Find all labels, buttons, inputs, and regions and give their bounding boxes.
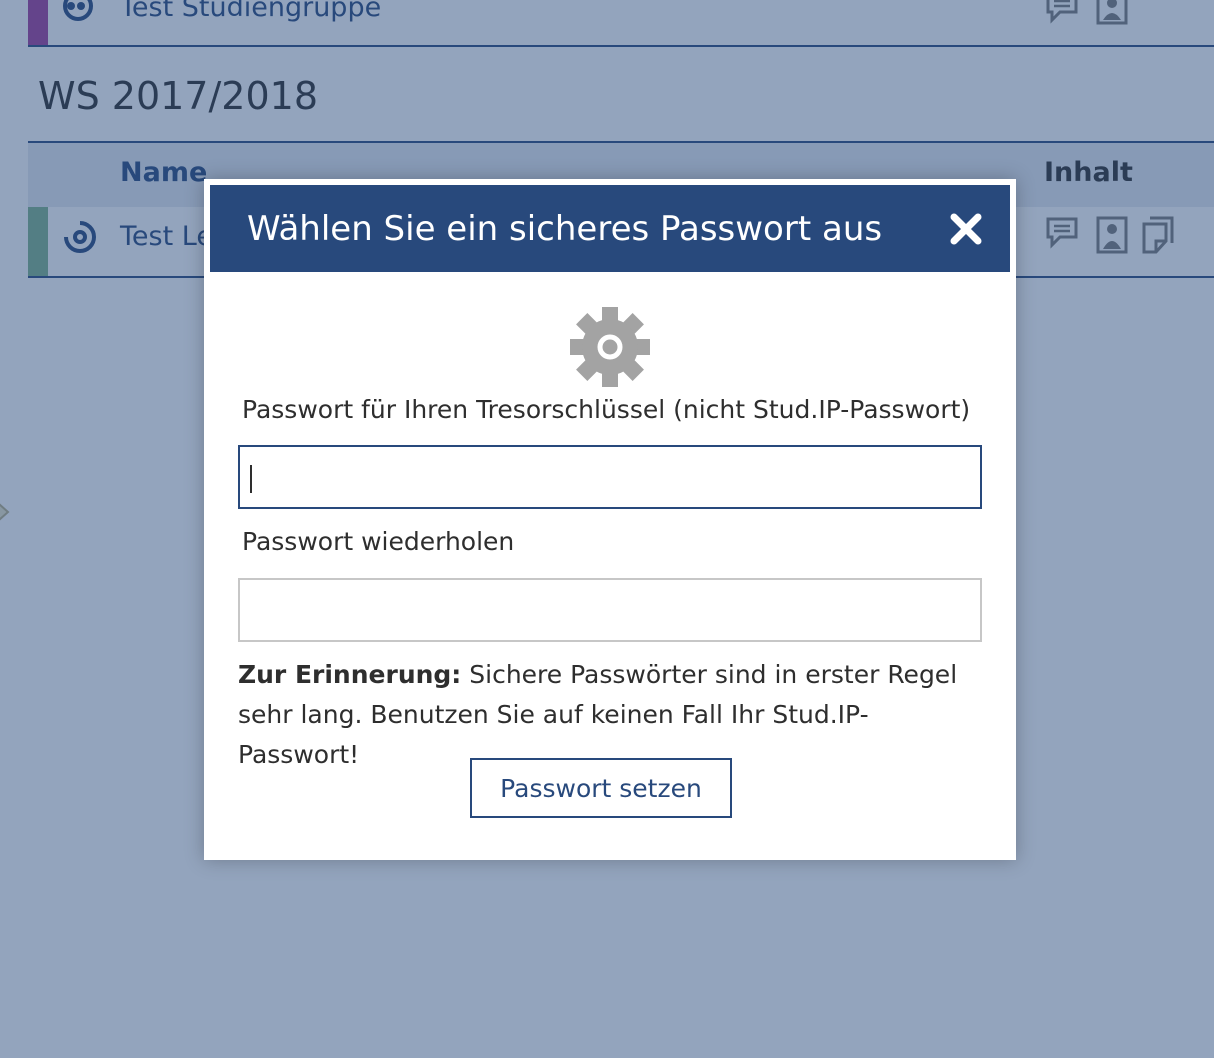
password-repeat-label: Passwort wiederholen [242,527,515,556]
password-dialog: Wählen Sie ein sicheres Passwort aus Pas… [204,179,1016,860]
password-reminder: Zur Erinnerung: Sichere Passwörter sind … [238,655,988,775]
close-icon[interactable] [948,211,984,247]
dialog-titlebar[interactable]: Wählen Sie ein sicheres Passwort aus [210,185,1010,272]
dialog-title: Wählen Sie ein sicheres Passwort aus [247,209,883,249]
password-input[interactable] [238,445,982,509]
set-password-button[interactable]: Passwort setzen [470,758,732,818]
text-cursor [250,465,252,493]
password-label: Passwort für Ihren Tresorschlüssel (nich… [242,395,971,424]
reminder-heading: Zur Erinnerung: [238,660,462,689]
password-repeat-input[interactable] [238,578,982,642]
gear-icon [570,307,650,387]
